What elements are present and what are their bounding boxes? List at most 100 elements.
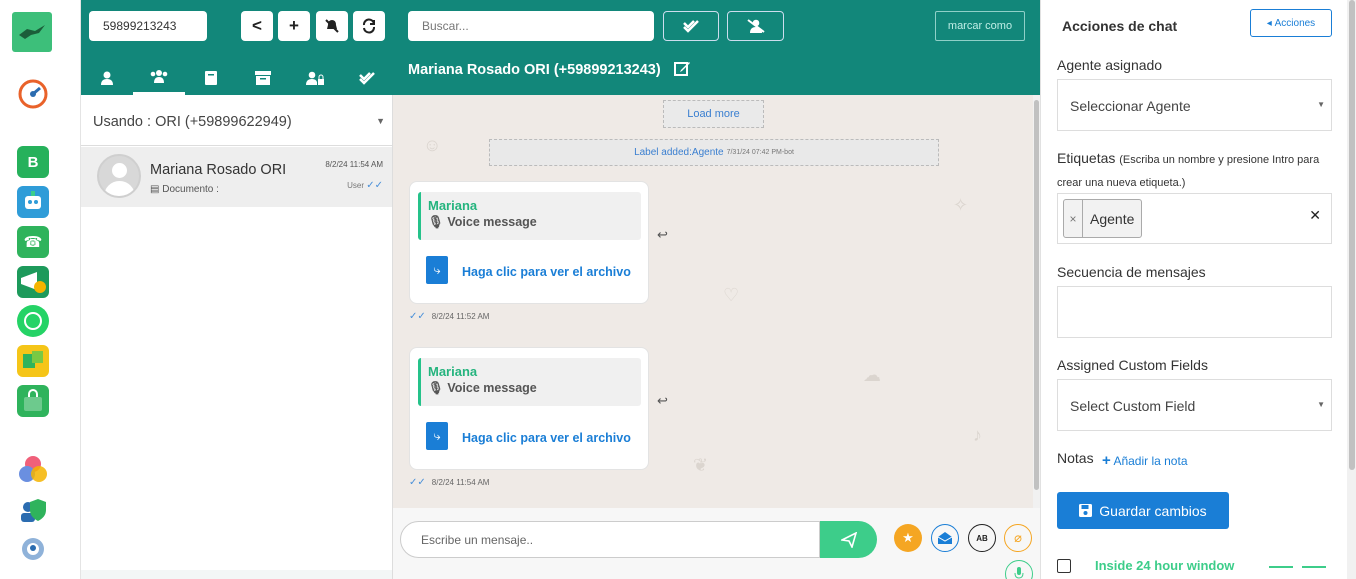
tab-user-lock[interactable] (289, 60, 341, 95)
clear-tags-icon[interactable]: ✕ (1309, 207, 1321, 224)
refresh-button[interactable] (353, 11, 385, 41)
open-file-link[interactable]: Haga clic para ver el archivo (462, 431, 631, 445)
circles-icon[interactable] (17, 454, 49, 486)
account-selector[interactable]: Usando : ORI (+59899622949) ▼ (81, 96, 393, 146)
back-button[interactable]: < (241, 11, 273, 41)
tab-resolved[interactable] (341, 60, 393, 95)
chat-title: Mariana Rosado ORI (+59899213243) (408, 62, 661, 78)
pdf-file-icon[interactable]: ⤷ (426, 422, 448, 450)
notes-label: Notas (1057, 450, 1094, 466)
save-changes-button[interactable]: Guardar cambios (1057, 492, 1229, 529)
user-icon (101, 71, 113, 85)
microphone-button[interactable] (1005, 560, 1033, 579)
caret-left-icon: ◂ (1266, 17, 1275, 29)
double-check-icon: ✓✓ (409, 477, 426, 488)
settings-gear-icon[interactable] (17, 533, 49, 565)
quoted-message[interactable]: Mariana 🎙 Voice message (418, 358, 641, 406)
pdf-file-icon[interactable]: ⤷ (426, 256, 448, 284)
shop-bag-icon[interactable] (17, 385, 49, 417)
inside-window-row: Inside 24 hour window (1057, 555, 1347, 579)
mark-as-button[interactable]: marcar como (935, 11, 1025, 41)
acciones-button[interactable]: ◂ Acciones (1250, 9, 1332, 37)
spellcheck-icon[interactable]: AB (968, 524, 996, 552)
pattern-heart-icon: ♡ (723, 285, 740, 305)
reply-icon[interactable]: ↩ (657, 393, 668, 409)
contacts-column: < + (81, 0, 393, 579)
quoted-message[interactable]: Mariana 🎙 Voice message (418, 192, 641, 240)
chat-header: marcar como Mariana Rosado ORI (+5989921… (393, 0, 1040, 95)
search-input[interactable] (408, 11, 654, 41)
user-lock-icon (306, 71, 324, 85)
verified-user-icon[interactable] (17, 494, 49, 526)
whatsapp-business-icon[interactable]: B (17, 146, 49, 178)
add-note-label: Añadir la nota (1113, 454, 1188, 468)
envelope-open-icon[interactable] (931, 524, 959, 552)
contacts-book-icon[interactable]: ☎ (17, 226, 49, 258)
avatar (97, 154, 141, 198)
send-button[interactable] (820, 521, 877, 558)
unassign-button[interactable] (727, 11, 784, 41)
check-double-icon (359, 71, 375, 85)
chat-actions-panel: Acciones de chat ◂ Acciones Agente asign… (1040, 0, 1356, 579)
quoted-sender: Mariana (428, 364, 478, 379)
app-rail: B ☎ (0, 0, 81, 579)
tab-single-user[interactable] (81, 60, 133, 95)
plus-icon: + (1102, 452, 1111, 469)
groups-icon[interactable] (17, 345, 49, 377)
chat-area: marcar como Mariana Rosado ORI (+5989921… (393, 0, 1040, 579)
bot-icon[interactable] (17, 186, 49, 218)
double-check-icon: ✓✓ (366, 180, 383, 191)
add-button[interactable]: + (278, 11, 310, 41)
phone-number-input[interactable] (89, 11, 207, 41)
back-symbol: < (252, 16, 262, 35)
label-added-text: Label added:Agente (634, 147, 724, 158)
pattern-music-icon: ♪ (973, 425, 982, 445)
app-logo[interactable] (12, 12, 52, 52)
whatsapp-icon[interactable] (17, 305, 49, 337)
sequence-input[interactable] (1057, 286, 1332, 338)
users-icon (150, 70, 168, 83)
account-selector-label: Usando : ORI (+59899622949) (93, 114, 292, 130)
quoted-sender: Mariana (428, 198, 478, 213)
message-time: ✓✓ 8/2/24 11:54 AM (409, 477, 489, 488)
conversation-user: User ✓✓ (347, 180, 383, 191)
mark-read-button[interactable] (663, 11, 719, 41)
remove-tag-icon[interactable]: × (1064, 200, 1083, 237)
acciones-button-label: Acciones (1274, 17, 1316, 29)
agent-select[interactable]: Seleccionar Agente ▼ (1057, 79, 1332, 131)
edit-icon[interactable] (674, 60, 691, 81)
message-time: ✓✓ 8/2/24 11:52 AM (409, 311, 489, 322)
panel-scrollbar[interactable] (1347, 0, 1356, 579)
custom-fields-label: Assigned Custom Fields (1057, 357, 1208, 373)
tab-archive[interactable] (237, 60, 289, 95)
conversation-preview: ▤ Documento : (150, 184, 219, 195)
document-icon: ▤ (150, 184, 160, 195)
paper-plane-icon (840, 531, 857, 548)
message-list[interactable]: ☺ ✧ ♡ ☁ ❦ ♪ Load more Label added:Agente… (393, 95, 1033, 508)
load-more-button[interactable]: Load more (663, 100, 764, 128)
tag-chip-label: Agente (1090, 210, 1135, 227)
contacts-footer (81, 570, 392, 579)
open-file-link[interactable]: Haga clic para ver el archivo (462, 265, 631, 279)
message-scrollbar[interactable] (1033, 95, 1040, 508)
paperclip-icon[interactable]: ⌀ (1004, 524, 1032, 552)
divider-line (1269, 566, 1293, 568)
mute-button[interactable] (316, 11, 348, 41)
conversation-list-item[interactable]: Mariana Rosado ORI ▤ Documento : 8/2/24 … (81, 147, 392, 207)
gauge-icon[interactable] (17, 78, 49, 110)
add-note-link[interactable]: + Añadir la nota (1102, 452, 1188, 469)
campaign-icon[interactable] (17, 266, 49, 298)
custom-field-select[interactable]: Select Custom Field ▼ (1057, 379, 1332, 431)
message-input[interactable] (400, 521, 820, 558)
tab-users-group[interactable] (133, 60, 185, 95)
reply-icon[interactable]: ↩ (657, 227, 668, 243)
star-icon[interactable]: ★ (894, 524, 922, 552)
tab-book[interactable] (185, 60, 237, 95)
agent-select-value: Seleccionar Agente (1070, 98, 1191, 114)
inside-window-checkbox[interactable] (1057, 559, 1071, 573)
double-check-icon: ✓✓ (409, 311, 426, 322)
chevron-down-icon: ▼ (1317, 400, 1325, 409)
tags-input[interactable]: × Agente ✕ (1057, 193, 1332, 244)
panel-title: Acciones de chat (1062, 18, 1178, 34)
contacts-header: < + (81, 0, 393, 95)
